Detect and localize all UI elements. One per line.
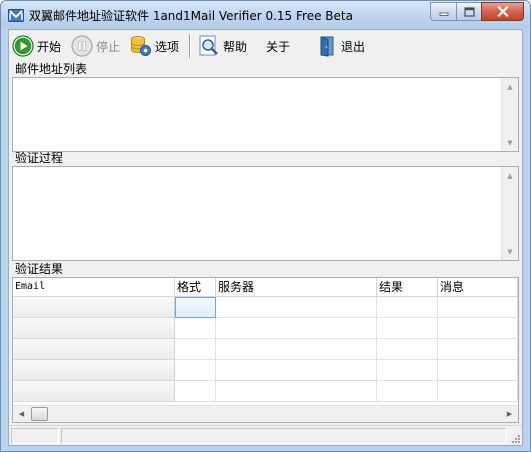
status-bar — [9, 425, 522, 445]
exit-door-icon — [316, 35, 338, 57]
database-gear-icon — [130, 35, 152, 57]
process-log-textarea[interactable]: ▲ ▼ — [12, 166, 519, 261]
table-row[interactable] — [13, 360, 518, 381]
scroll-left-arrow[interactable]: ◀ — [13, 406, 30, 422]
scroll-down-arrow[interactable]: ▼ — [502, 134, 518, 151]
grid-cell[interactable] — [13, 360, 175, 381]
grid-cell[interactable] — [13, 318, 175, 339]
grid-cell[interactable] — [13, 381, 175, 402]
grid-cell[interactable] — [438, 360, 518, 381]
email-list-label: 邮件地址列表 — [15, 62, 88, 76]
exit-label: 退出 — [341, 39, 366, 54]
help-label: 帮助 — [223, 39, 248, 54]
start-label: 开始 — [37, 39, 62, 54]
process-label: 验证过程 — [15, 151, 64, 165]
options-button[interactable]: 选项 — [130, 34, 179, 58]
table-row[interactable] — [13, 318, 518, 339]
grid-cell[interactable] — [175, 381, 216, 402]
grid-cell[interactable] — [377, 360, 438, 381]
about-button[interactable]: 关于 — [266, 34, 290, 58]
close-icon — [496, 6, 509, 17]
email-list-textarea[interactable]: ▲ ▼ — [12, 77, 519, 152]
app-window: 双翼邮件地址验证软件 1and1Mail Verifier 0.15 Free … — [0, 0, 531, 452]
scroll-up-arrow[interactable]: ▲ — [502, 78, 518, 95]
app-envelope-icon[interactable] — [8, 7, 24, 23]
grid-cell[interactable] — [377, 297, 438, 318]
grid-cell-selected[interactable] — [175, 297, 216, 318]
grid-cell[interactable] — [216, 360, 377, 381]
results-horizontal-scrollbar[interactable]: ◀ ▶ — [13, 405, 518, 422]
minimize-icon — [439, 12, 448, 16]
about-label: 关于 — [266, 39, 291, 54]
grid-cell[interactable] — [216, 339, 377, 360]
grid-cell[interactable] — [438, 318, 518, 339]
scroll-right-arrow[interactable]: ▶ — [501, 406, 518, 422]
table-row[interactable] — [13, 297, 518, 318]
title-bar[interactable]: 双翼邮件地址验证软件 1and1Mail Verifier 0.15 Free … — [1, 1, 530, 28]
stop-button[interactable]: 停止 — [71, 34, 120, 58]
maximize-button[interactable] — [456, 2, 481, 21]
grid-cell[interactable] — [216, 381, 377, 402]
toolbar-separator — [189, 34, 191, 58]
grid-cell[interactable] — [13, 339, 175, 360]
minimize-button[interactable] — [430, 2, 456, 21]
column-header-message[interactable]: 消息 — [438, 278, 518, 297]
start-button[interactable]: 开始 — [12, 34, 61, 58]
client-area: 开始 停止 选项 帮助 关于 退出 邮件地址列表 ▲ ▼ 验证过程 ▲ ▼ 验证… — [8, 29, 523, 446]
grid-cell[interactable] — [377, 381, 438, 402]
window-title: 双翼邮件地址验证软件 1and1Mail Verifier 0.15 Free … — [29, 9, 353, 23]
options-label: 选项 — [155, 39, 180, 54]
scrollbar-thumb[interactable] — [31, 407, 48, 421]
results-label: 验证结果 — [15, 262, 64, 276]
grid-cell[interactable] — [216, 318, 377, 339]
grid-cell[interactable] — [377, 318, 438, 339]
maximize-icon — [463, 6, 475, 17]
process-log-scrollbar[interactable]: ▲ ▼ — [501, 167, 518, 260]
help-button[interactable]: 帮助 — [198, 34, 247, 58]
play-icon — [12, 35, 34, 57]
grid-cell[interactable] — [13, 297, 175, 318]
toolbar: 开始 停止 选项 帮助 关于 退出 — [9, 30, 522, 62]
scroll-down-arrow[interactable]: ▼ — [502, 243, 518, 260]
caption-buttons — [430, 2, 524, 21]
exit-button[interactable]: 退出 — [316, 34, 365, 58]
grid-cell[interactable] — [377, 339, 438, 360]
grid-cell[interactable] — [438, 381, 518, 402]
grid-cell[interactable] — [175, 360, 216, 381]
grid-cell[interactable] — [175, 318, 216, 339]
column-header-result[interactable]: 结果 — [377, 278, 438, 297]
email-list-scrollbar[interactable]: ▲ ▼ — [501, 78, 518, 151]
column-header-email[interactable]: Email — [13, 278, 175, 297]
status-panel-1 — [11, 428, 59, 444]
grid-header: Email 格式 服务器 结果 消息 — [13, 278, 518, 297]
status-panel-2 — [61, 428, 507, 444]
grid-cell[interactable] — [175, 339, 216, 360]
table-row[interactable] — [13, 381, 518, 402]
resize-grip-icon[interactable] — [509, 432, 521, 444]
grid-cell[interactable] — [216, 297, 377, 318]
scroll-up-arrow[interactable]: ▲ — [502, 167, 518, 184]
close-button[interactable] — [481, 2, 524, 21]
column-header-server[interactable]: 服务器 — [216, 278, 377, 297]
column-header-format[interactable]: 格式 — [175, 278, 216, 297]
table-row[interactable] — [13, 339, 518, 360]
results-grid[interactable]: Email 格式 服务器 结果 消息 ◀ ▶ — [12, 277, 519, 423]
pause-icon — [71, 35, 93, 57]
magnifier-help-icon — [198, 35, 220, 57]
stop-label: 停止 — [96, 39, 121, 54]
grid-cell[interactable] — [438, 339, 518, 360]
grid-cell[interactable] — [438, 297, 518, 318]
